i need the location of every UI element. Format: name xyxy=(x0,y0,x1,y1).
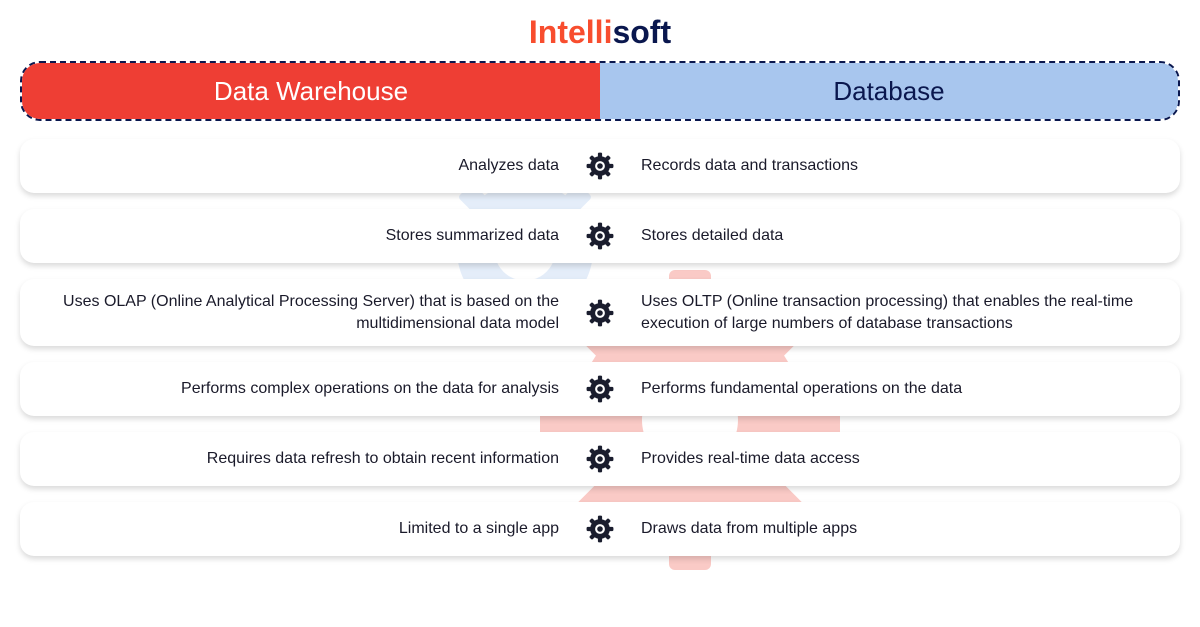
comparison-rows: Analyzes data Records data and transacti… xyxy=(20,139,1180,556)
gear-icon xyxy=(585,221,615,251)
logo-part-2: soft xyxy=(612,14,671,50)
warehouse-cell: Uses OLAP (Online Analytical Processing … xyxy=(42,291,585,334)
comparison-row: Requires data refresh to obtain recent i… xyxy=(20,432,1180,486)
comparison-row: Limited to a single app Draws data from … xyxy=(20,502,1180,556)
header-data-warehouse: Data Warehouse xyxy=(22,63,600,119)
comparison-header: Data Warehouse Database xyxy=(20,61,1180,121)
gear-icon xyxy=(585,151,615,181)
warehouse-cell: Limited to a single app xyxy=(42,518,585,540)
database-cell: Uses OLTP (Online transaction processing… xyxy=(615,291,1158,334)
comparison-row: Performs complex operations on the data … xyxy=(20,362,1180,416)
gear-icon xyxy=(585,298,615,328)
database-cell: Draws data from multiple apps xyxy=(615,518,1158,540)
database-cell: Provides real-time data access xyxy=(615,448,1158,470)
gear-icon xyxy=(585,374,615,404)
database-cell: Records data and transactions xyxy=(615,155,1158,177)
database-cell: Performs fundamental operations on the d… xyxy=(615,378,1158,400)
warehouse-cell: Performs complex operations on the data … xyxy=(42,378,585,400)
warehouse-cell: Analyzes data xyxy=(42,155,585,177)
header-database: Database xyxy=(600,63,1178,119)
comparison-row: Stores summarized data Stores detailed d… xyxy=(20,209,1180,263)
brand-logo: Intellisoft xyxy=(20,14,1180,51)
warehouse-cell: Requires data refresh to obtain recent i… xyxy=(42,448,585,470)
comparison-row: Analyzes data Records data and transacti… xyxy=(20,139,1180,193)
database-cell: Stores detailed data xyxy=(615,225,1158,247)
gear-icon xyxy=(585,514,615,544)
logo-part-1: Intelli xyxy=(529,14,613,50)
warehouse-cell: Stores summarized data xyxy=(42,225,585,247)
comparison-row: Uses OLAP (Online Analytical Processing … xyxy=(20,279,1180,346)
gear-icon xyxy=(585,444,615,474)
